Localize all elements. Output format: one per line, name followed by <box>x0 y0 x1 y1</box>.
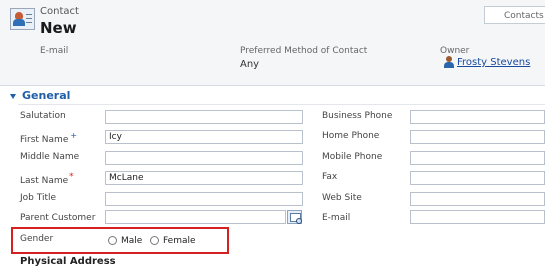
middle-name-input[interactable] <box>105 151 303 165</box>
form-selector[interactable]: Contacts <box>484 6 545 24</box>
business-phone-input[interactable] <box>410 110 545 124</box>
collapse-triangle-icon[interactable] <box>10 93 16 99</box>
lookup-icon[interactable] <box>287 210 302 224</box>
header-email-label: E-mail <box>40 46 69 56</box>
first-name-input[interactable]: Icy <box>105 130 303 144</box>
job-title-label: Job Title <box>20 193 57 203</box>
required-marker: * <box>69 172 74 182</box>
gender-female-option[interactable]: Female <box>150 236 196 246</box>
gender-male-option[interactable]: Male <box>108 236 142 246</box>
preferred-method-value[interactable]: Any <box>240 59 259 70</box>
salutation-input[interactable] <box>105 110 303 124</box>
home-phone-input[interactable] <box>410 130 545 144</box>
web-site-input[interactable] <box>410 192 545 206</box>
fax-input[interactable] <box>410 171 545 185</box>
section-divider <box>18 104 545 105</box>
user-icon <box>444 56 454 68</box>
mobile-phone-label: Mobile Phone <box>322 152 383 162</box>
email-label: E-mail <box>322 213 351 223</box>
home-phone-label: Home Phone <box>322 131 380 141</box>
business-phone-label: Business Phone <box>322 111 393 121</box>
record-title: New <box>40 19 77 37</box>
job-title-input[interactable] <box>105 192 303 206</box>
gender-male-label: Male <box>121 236 143 246</box>
gender-female-radio[interactable] <box>150 236 159 245</box>
parent-customer-label: Parent Customer <box>20 213 96 223</box>
gender-male-radio[interactable] <box>108 236 117 245</box>
salutation-label: Salutation <box>20 111 66 121</box>
middle-name-label: Middle Name <box>20 152 80 162</box>
fax-label: Fax <box>322 172 338 182</box>
section-general-title[interactable]: General <box>10 89 70 102</box>
recommended-marker: + <box>70 131 78 140</box>
gender-female-label: Female <box>163 236 196 246</box>
record-header <box>0 0 545 86</box>
last-name-input[interactable]: McLane <box>105 171 303 185</box>
last-name-label: Last Name* <box>20 172 74 186</box>
gender-label: Gender <box>20 234 54 244</box>
entity-type-label: Contact <box>40 6 79 17</box>
owner-link[interactable]: Frosty Stevens <box>457 57 530 68</box>
preferred-method-label: Preferred Method of Contact <box>240 46 368 56</box>
web-site-label: Web Site <box>322 193 362 203</box>
parent-customer-input[interactable] <box>105 210 286 224</box>
physical-address-title: Physical Address <box>20 256 116 267</box>
owner-label: Owner <box>440 46 470 56</box>
mobile-phone-input[interactable] <box>410 151 545 165</box>
email-input[interactable] <box>410 210 545 224</box>
first-name-label: First Name + <box>20 131 78 145</box>
contact-entity-icon <box>10 8 35 30</box>
section-general-label: General <box>22 89 71 102</box>
